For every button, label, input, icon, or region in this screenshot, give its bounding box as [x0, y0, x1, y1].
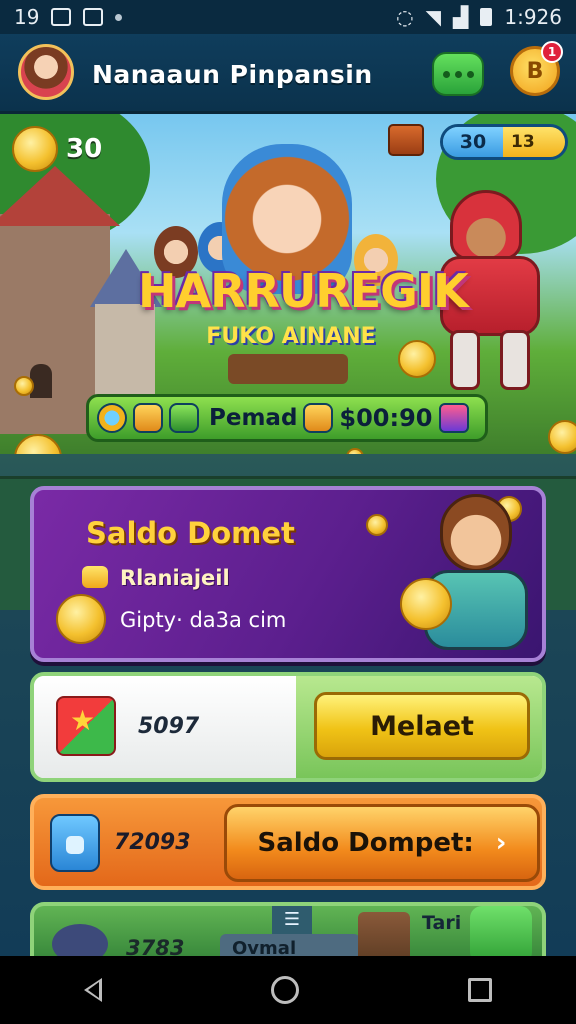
menu-icon[interactable]: ☰: [272, 906, 312, 934]
saldo-dompet-label: Saldo Dompet:: [257, 828, 474, 858]
edit-icon[interactable]: [470, 906, 532, 956]
wallet-description: Gipty· da3a cim: [120, 608, 287, 632]
bottom-value: 3783: [126, 936, 185, 956]
gem-icon: [438, 403, 469, 433]
bottom-label: Tari: [422, 912, 462, 934]
saldo-value: 72093: [114, 830, 191, 855]
recents-icon[interactable]: [467, 978, 492, 1002]
notification-badge: 1: [541, 41, 563, 63]
battery-icon: [480, 8, 493, 26]
resource-value-left: 30: [443, 127, 503, 157]
chat-dot: [466, 70, 474, 78]
melaet-button[interactable]: Melaet: [314, 692, 530, 760]
score-value: 5097: [138, 714, 200, 739]
resource-pill[interactable]: 30 13: [440, 124, 568, 160]
strongman-head: [440, 494, 512, 572]
chevron-right-icon: ›: [495, 828, 507, 858]
coin-icon: [12, 126, 58, 172]
wallet-title: Saldo Domet: [86, 516, 295, 550]
book-icon: [358, 912, 410, 956]
signal-icon: ▟: [452, 5, 469, 29]
treasure-icon: [303, 403, 334, 433]
back-icon[interactable]: [84, 978, 103, 1002]
robot-leg: [500, 330, 530, 390]
chat-button[interactable]: [432, 52, 484, 96]
crown-icon: [82, 566, 108, 588]
coin-icon: [398, 340, 436, 378]
dot-icon: [115, 13, 123, 21]
gift-button[interactable]: B 1: [510, 41, 563, 96]
refresh-icon[interactable]: [97, 403, 127, 433]
bottom-card[interactable]: 3783 ☰ Ovmal Tari: [30, 902, 546, 956]
coin-icon: [548, 420, 576, 454]
system-nav-bar: [0, 956, 576, 1024]
score-card: ★ 5097 Melaet: [30, 672, 546, 782]
reward-amount: $00:90: [339, 404, 433, 432]
star-icon: ★: [70, 704, 96, 737]
app-icon: [83, 8, 104, 26]
coin-counter[interactable]: 30: [12, 126, 102, 172]
avatar[interactable]: [18, 44, 74, 100]
home-icon[interactable]: [270, 976, 299, 1004]
castle-window: [30, 364, 52, 398]
coin-icon: [14, 434, 62, 454]
bottom-tab[interactable]: Ovmal: [220, 934, 360, 956]
chat-dot: [454, 70, 462, 78]
hero-banner[interactable]: HARRUREGIK FUKO AINANE 30 30 13 Pemad $0…: [0, 114, 576, 454]
gallery-icon: [51, 8, 72, 26]
wallet-bag-icon: [50, 814, 100, 872]
chat-icon: [442, 70, 450, 78]
game-logo-title: HARRUREGIK: [138, 264, 469, 318]
gift-icon: B: [526, 58, 544, 84]
stone-icon: [52, 924, 108, 956]
header: Nanaaun Pinpansin B 1: [0, 34, 576, 114]
score-card-left: ★ 5097: [34, 676, 296, 778]
status-time: 1:926: [504, 5, 562, 29]
status-right: ◌ ◥ ▟ 1:926: [396, 5, 562, 29]
wifi-icon: ◥: [425, 5, 441, 29]
coin-icon: [400, 578, 452, 630]
wallet-card[interactable]: Saldo Domet Rlaniajeil Gipty· da3a cim: [30, 486, 546, 662]
wallet-subtitle: Rlaniajeil: [120, 566, 230, 590]
status-bar: 19 ◌ ◥ ▟ 1:926: [0, 0, 576, 34]
character-strongman: [400, 494, 540, 658]
score-card-right: Melaet: [296, 676, 542, 778]
reward-label: Pemad: [209, 405, 298, 431]
coin-count: 30: [66, 134, 103, 164]
game-logo-subtitle: FUKO AINANE: [206, 324, 376, 349]
resource-value-right: 13: [503, 127, 565, 157]
reward-bar[interactable]: Pemad $00:90: [86, 394, 488, 442]
castle-roof: [0, 166, 120, 226]
status-clock-left: 19: [14, 5, 40, 29]
box-icon: [169, 403, 199, 433]
coin-icon: [14, 376, 34, 396]
coin-icon: [56, 594, 106, 644]
chest-icon[interactable]: [388, 124, 424, 156]
robot-leg: [450, 330, 480, 390]
player-name: Nanaaun Pinpansin: [92, 60, 373, 89]
logo-board: [228, 354, 348, 384]
robot-head: [450, 190, 522, 260]
saldo-card: 72093 Saldo Dompet: ›: [30, 794, 546, 890]
chest-small-icon: [133, 403, 163, 433]
saldo-dompet-button[interactable]: Saldo Dompet: ›: [224, 804, 540, 882]
status-left: 19: [14, 5, 123, 29]
coin-icon: [366, 514, 388, 536]
alarm-icon: ◌: [396, 5, 414, 29]
